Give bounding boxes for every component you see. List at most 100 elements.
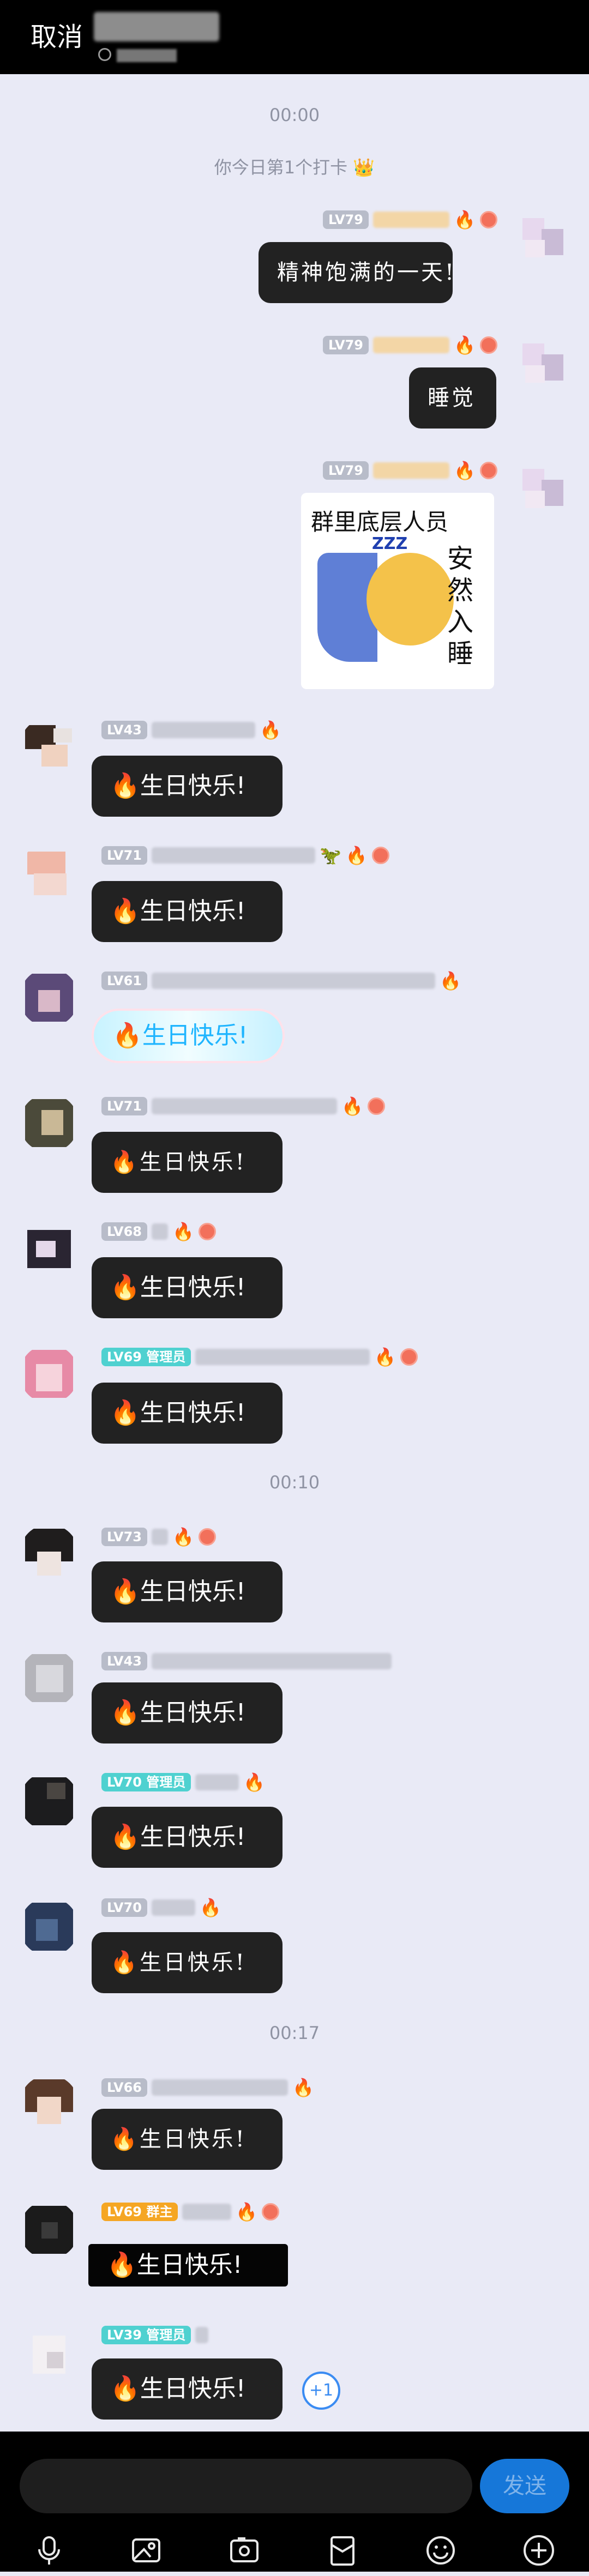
avatar[interactable] — [20, 2325, 79, 2384]
level-badge: LV69 群主 — [101, 2203, 178, 2221]
message-bubble[interactable]: 🔥生日快乐! — [92, 1561, 283, 1622]
red-packet-icon[interactable] — [325, 2533, 360, 2568]
sender-meta: LV69 群主 🔥 — [101, 2199, 280, 2224]
fire-icon: 🔥 — [292, 2077, 314, 2098]
sender-meta: LV70 🔥 — [101, 1895, 221, 1920]
fire-icon: 🔥 — [345, 845, 368, 866]
smile-badge-icon — [400, 1348, 418, 1366]
message-bubble[interactable]: 🔥生日快乐! — [92, 1132, 283, 1193]
fire-icon: 🔥 — [112, 1022, 142, 1049]
avatar[interactable] — [20, 1524, 79, 1583]
message-bubble[interactable]: 🔥生日快乐! — [92, 2358, 283, 2420]
sender-meta: LV39 管理员 — [101, 2322, 209, 2348]
smile-badge-icon — [198, 1528, 216, 1546]
sender-meta: LV79 🔥 — [323, 207, 497, 232]
sender-name — [372, 462, 449, 479]
message-bubble[interactable]: 🔥生日快乐! — [92, 756, 283, 817]
group-title — [94, 12, 219, 41]
timestamp: 00:17 — [269, 2023, 320, 2043]
sender-name — [151, 1899, 195, 1916]
fire-icon: 🔥 — [110, 1399, 140, 1427]
sender-name — [195, 1774, 239, 1790]
message-input[interactable] — [20, 2459, 472, 2513]
avatar[interactable] — [20, 717, 79, 776]
sender-name — [151, 1529, 168, 1545]
message-bubble[interactable]: 🔥生日快乐! — [92, 1383, 283, 1444]
message-text: 生日快乐! — [140, 1578, 246, 1606]
message-text: 生日快乐! — [140, 1399, 246, 1427]
sender-meta: LV43 — [101, 1649, 392, 1674]
level-badge: LV43 — [101, 721, 147, 739]
fire-icon: 🔥 — [110, 2375, 140, 2403]
avatar[interactable] — [20, 968, 79, 1027]
message-text: 生日快乐! — [140, 897, 246, 925]
sender-meta: LV71 🦖 🔥 — [101, 843, 389, 868]
group-subtitle — [117, 49, 177, 62]
fire-icon: 🔥 — [110, 2127, 140, 2152]
fire-icon: 🔥 — [110, 897, 140, 925]
avatar[interactable] — [20, 1344, 79, 1403]
level-badge: LV61 — [101, 972, 147, 990]
message-text: 生日快乐! — [136, 2251, 243, 2279]
sticker-image[interactable]: 群里底层人员 ZZZ 安然入睡 — [301, 493, 494, 689]
clock-icon — [98, 48, 111, 61]
message-bubble[interactable]: 🔥生日快乐! — [92, 1682, 283, 1744]
send-button[interactable]: 发送 — [480, 2459, 569, 2513]
message-bubble[interactable]: 🔥生日快乐! — [92, 1009, 285, 1063]
level-badge: LV43 — [101, 1652, 147, 1670]
fire-icon: 🔥 — [453, 460, 476, 481]
sticker-caption-vertical: 安然入睡 — [447, 544, 474, 669]
avatar[interactable] — [512, 207, 570, 266]
message-text: 生日快乐! — [139, 1150, 247, 1175]
message-bubble[interactable]: 🔥生日快乐! — [88, 2244, 288, 2287]
avatar[interactable] — [20, 1094, 79, 1153]
level-badge: LV66 — [101, 2078, 147, 2097]
bottom-input-bar: 发送 — [0, 2432, 589, 2572]
sender-meta: LV68 🔥 — [101, 1219, 216, 1244]
avatar[interactable] — [512, 458, 570, 517]
avatar[interactable] — [20, 2075, 79, 2134]
fire-icon: 🔥 — [172, 1527, 194, 1547]
sender-name — [151, 847, 315, 864]
avatar[interactable] — [20, 843, 79, 902]
timestamp: 00:00 — [269, 105, 320, 125]
level-badge: LV73 — [101, 1528, 147, 1546]
smile-badge-icon — [479, 462, 497, 479]
sender-meta: LV66 🔥 — [101, 2075, 314, 2100]
fire-icon: 🔥 — [374, 1347, 396, 1367]
avatar[interactable] — [20, 2200, 79, 2259]
message-text: 生日快乐! — [140, 1823, 246, 1851]
plus-icon[interactable] — [521, 2533, 556, 2568]
level-badge: LV70 — [101, 1898, 147, 1917]
avatar[interactable] — [20, 1649, 79, 1708]
fire-icon: 🔥 — [199, 1897, 221, 1918]
sender-meta: LV79 🔥 — [323, 333, 497, 358]
sender-name — [372, 212, 449, 228]
level-badge: LV79 — [323, 210, 369, 229]
sender-meta: LV61 🔥 — [101, 968, 461, 993]
avatar[interactable] — [20, 1219, 79, 1278]
message-bubble[interactable]: 🔥生日快乐! — [92, 2109, 283, 2170]
image-icon[interactable] — [129, 2533, 164, 2568]
message-bubble[interactable]: 🔥生日快乐! — [92, 1807, 283, 1868]
sender-meta: LV70 管理员 🔥 — [101, 1770, 265, 1795]
avatar[interactable] — [20, 1772, 79, 1831]
message-bubble[interactable]: 睡觉 — [409, 367, 496, 429]
message-bubble[interactable]: 精神饱满的一天! — [259, 242, 454, 303]
message-text: 生日快乐! — [140, 2375, 246, 2403]
checkin-notice: 你今日第1个打卡 👑 — [214, 157, 375, 178]
message-bubble[interactable]: 🔥生日快乐! — [92, 1932, 283, 1993]
emoji-icon[interactable] — [423, 2533, 458, 2568]
fire-icon: 🔥 — [107, 2251, 137, 2279]
microphone-icon[interactable] — [32, 2533, 67, 2568]
plus-one-button[interactable]: +1 — [302, 2372, 340, 2410]
avatar[interactable] — [512, 333, 570, 391]
message-bubble[interactable]: 🔥生日快乐! — [92, 1257, 283, 1318]
message-bubble[interactable]: 🔥生日快乐! — [92, 881, 283, 942]
level-badge: LV71 — [101, 846, 147, 865]
avatar[interactable] — [20, 1897, 79, 1956]
sender-name — [151, 722, 255, 738]
cancel-button[interactable]: 取消 — [31, 21, 83, 53]
camera-icon[interactable] — [227, 2533, 262, 2568]
fire-icon: 🔥 — [259, 720, 281, 740]
